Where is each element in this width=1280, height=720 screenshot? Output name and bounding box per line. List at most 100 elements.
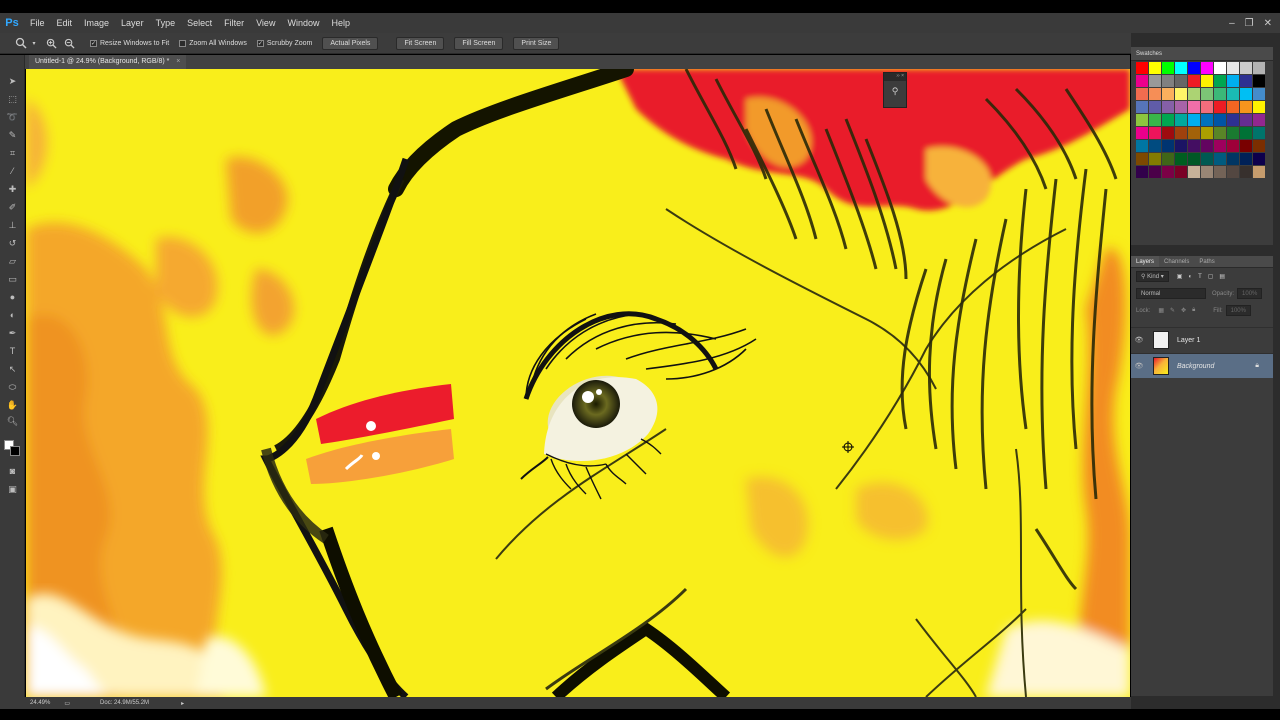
color-swatch[interactable] — [1240, 153, 1252, 165]
visibility-eye-icon[interactable]: 👁︎ — [1131, 362, 1147, 370]
color-swatch[interactable] — [1201, 114, 1213, 126]
lock-paint-icon[interactable]: ✎ — [1170, 307, 1175, 314]
marquee-tool-icon[interactable]: ⬚ — [5, 93, 20, 106]
color-swatch[interactable] — [1201, 62, 1213, 74]
hand-tool-icon[interactable]: ✋ — [5, 399, 20, 412]
color-swatch[interactable] — [1253, 140, 1265, 152]
color-swatch[interactable] — [1240, 75, 1252, 87]
resize-windows-checkbox[interactable]: ✓ Resize Windows to Fit — [90, 39, 169, 47]
tab-paths[interactable]: Paths — [1194, 256, 1219, 267]
color-swatch[interactable] — [1253, 166, 1265, 178]
color-swatch[interactable] — [1201, 101, 1213, 113]
color-swatch[interactable] — [1253, 114, 1265, 126]
zoom-level[interactable]: 24.49% — [30, 700, 50, 706]
color-swatch[interactable] — [1136, 75, 1148, 87]
color-swatch[interactable] — [1188, 153, 1200, 165]
color-swatch[interactable] — [1214, 140, 1226, 152]
menu-view[interactable]: View — [250, 18, 281, 28]
color-swatch[interactable] — [1136, 101, 1148, 113]
color-swatch[interactable] — [1240, 62, 1252, 74]
color-swatch[interactable] — [1162, 88, 1174, 100]
opacity-field[interactable]: 100% — [1237, 288, 1263, 299]
color-swatch[interactable] — [1136, 62, 1148, 74]
color-swatch[interactable] — [1175, 62, 1187, 74]
lock-move-icon[interactable]: ✥ — [1181, 307, 1186, 314]
lock-all-icon[interactable]: 🔒︎ — [1192, 307, 1195, 314]
pen-tool-icon[interactable]: ✒ — [5, 327, 20, 340]
color-swatch[interactable] — [1188, 127, 1200, 139]
type-tool-icon[interactable]: T — [5, 345, 20, 358]
color-swatch[interactable] — [1149, 101, 1161, 113]
color-swatch[interactable] — [1188, 166, 1200, 178]
layer-name[interactable]: Background — [1177, 363, 1214, 370]
minimize-icon[interactable]: – — [1229, 18, 1235, 29]
color-swatch[interactable] — [1227, 62, 1239, 74]
color-swatch[interactable] — [1149, 62, 1161, 74]
color-swatch[interactable] — [1201, 166, 1213, 178]
menu-type[interactable]: Type — [150, 18, 182, 28]
color-swatch[interactable] — [1162, 62, 1174, 74]
color-swatch[interactable] — [1136, 114, 1148, 126]
visibility-eye-icon[interactable]: 👁︎ — [1131, 336, 1147, 344]
zoom-out-icon[interactable] — [60, 35, 78, 51]
color-swatch[interactable] — [1149, 114, 1161, 126]
chevron-down-icon[interactable]: ▾ — [30, 35, 38, 51]
color-swatch[interactable] — [1188, 88, 1200, 100]
color-swatch[interactable] — [1175, 140, 1187, 152]
menu-image[interactable]: Image — [78, 18, 115, 28]
blend-mode-select[interactable]: Normal — [1136, 288, 1206, 299]
color-swatch[interactable] — [1240, 114, 1252, 126]
crop-tool-icon[interactable]: ⌗ — [5, 147, 20, 160]
color-swatch[interactable] — [1149, 153, 1161, 165]
tab-channels[interactable]: Channels — [1159, 256, 1194, 267]
color-swatch[interactable] — [1149, 127, 1161, 139]
move-tool-icon[interactable]: ➤ — [5, 75, 20, 88]
fill-field[interactable]: 100% — [1225, 305, 1251, 316]
color-swatch[interactable] — [1162, 114, 1174, 126]
layer-kind-filter[interactable]: ⚲ Kind ▾ — [1136, 271, 1169, 282]
color-swatch[interactable] — [1188, 75, 1200, 87]
eyedropper-tool-icon[interactable]: ⁄ — [5, 165, 20, 178]
fill-screen-button[interactable]: Fill Screen — [454, 36, 504, 50]
color-swatch[interactable] — [1253, 101, 1265, 113]
status-arrow-icon[interactable]: ▸ — [181, 700, 184, 707]
color-swatch[interactable] — [1201, 140, 1213, 152]
print-size-button[interactable]: Print Size — [513, 36, 560, 50]
filter-smart-icon[interactable]: ▤ — [1219, 273, 1225, 280]
color-swatch[interactable] — [1136, 88, 1148, 100]
color-swatch[interactable] — [1214, 153, 1226, 165]
close-icon[interactable]: ✕ — [1264, 18, 1272, 29]
filter-type-icon[interactable]: T — [1198, 274, 1202, 280]
color-swatch[interactable] — [1227, 114, 1239, 126]
color-swatch[interactable] — [1136, 153, 1148, 165]
color-swatch[interactable] — [1227, 140, 1239, 152]
color-swatch[interactable] — [1240, 101, 1252, 113]
color-swatch[interactable] — [1227, 75, 1239, 87]
background-color-swatch[interactable] — [10, 446, 20, 456]
swatches-title[interactable]: Swatches — [1136, 51, 1162, 57]
color-swatch[interactable] — [1136, 127, 1148, 139]
color-swatch[interactable] — [1136, 140, 1148, 152]
filter-pixel-icon[interactable]: ▣ — [1177, 273, 1183, 280]
color-swatch[interactable] — [1253, 153, 1265, 165]
color-swatch[interactable] — [1240, 127, 1252, 139]
layer-row-layer-1[interactable]: 👁︎ Layer 1 — [1131, 327, 1273, 352]
quick-select-tool-icon[interactable]: ✎ — [5, 129, 20, 142]
collapsed-panel[interactable]: ›› × ⚲ — [883, 72, 907, 108]
healing-brush-tool-icon[interactable]: ✚ — [5, 183, 20, 196]
color-swatch[interactable] — [1188, 140, 1200, 152]
path-select-tool-icon[interactable]: ↖ — [5, 363, 20, 376]
color-swatch[interactable] — [1175, 75, 1187, 87]
lasso-tool-icon[interactable]: ➰ — [5, 111, 20, 124]
screen-mode-icon[interactable]: ▣ — [5, 483, 20, 496]
status-info-icon[interactable]: ▭ — [64, 700, 70, 707]
color-swatch[interactable] — [1162, 75, 1174, 87]
color-swatch[interactable] — [1214, 114, 1226, 126]
menu-window[interactable]: Window — [281, 18, 325, 28]
color-swatch[interactable] — [1214, 127, 1226, 139]
lock-pixels-icon[interactable]: ▦ — [1158, 307, 1164, 314]
color-swatch[interactable] — [1149, 88, 1161, 100]
menu-edit[interactable]: Edit — [51, 18, 79, 28]
quick-mask-icon[interactable]: ◙ — [5, 465, 20, 478]
color-swatch[interactable] — [1175, 114, 1187, 126]
